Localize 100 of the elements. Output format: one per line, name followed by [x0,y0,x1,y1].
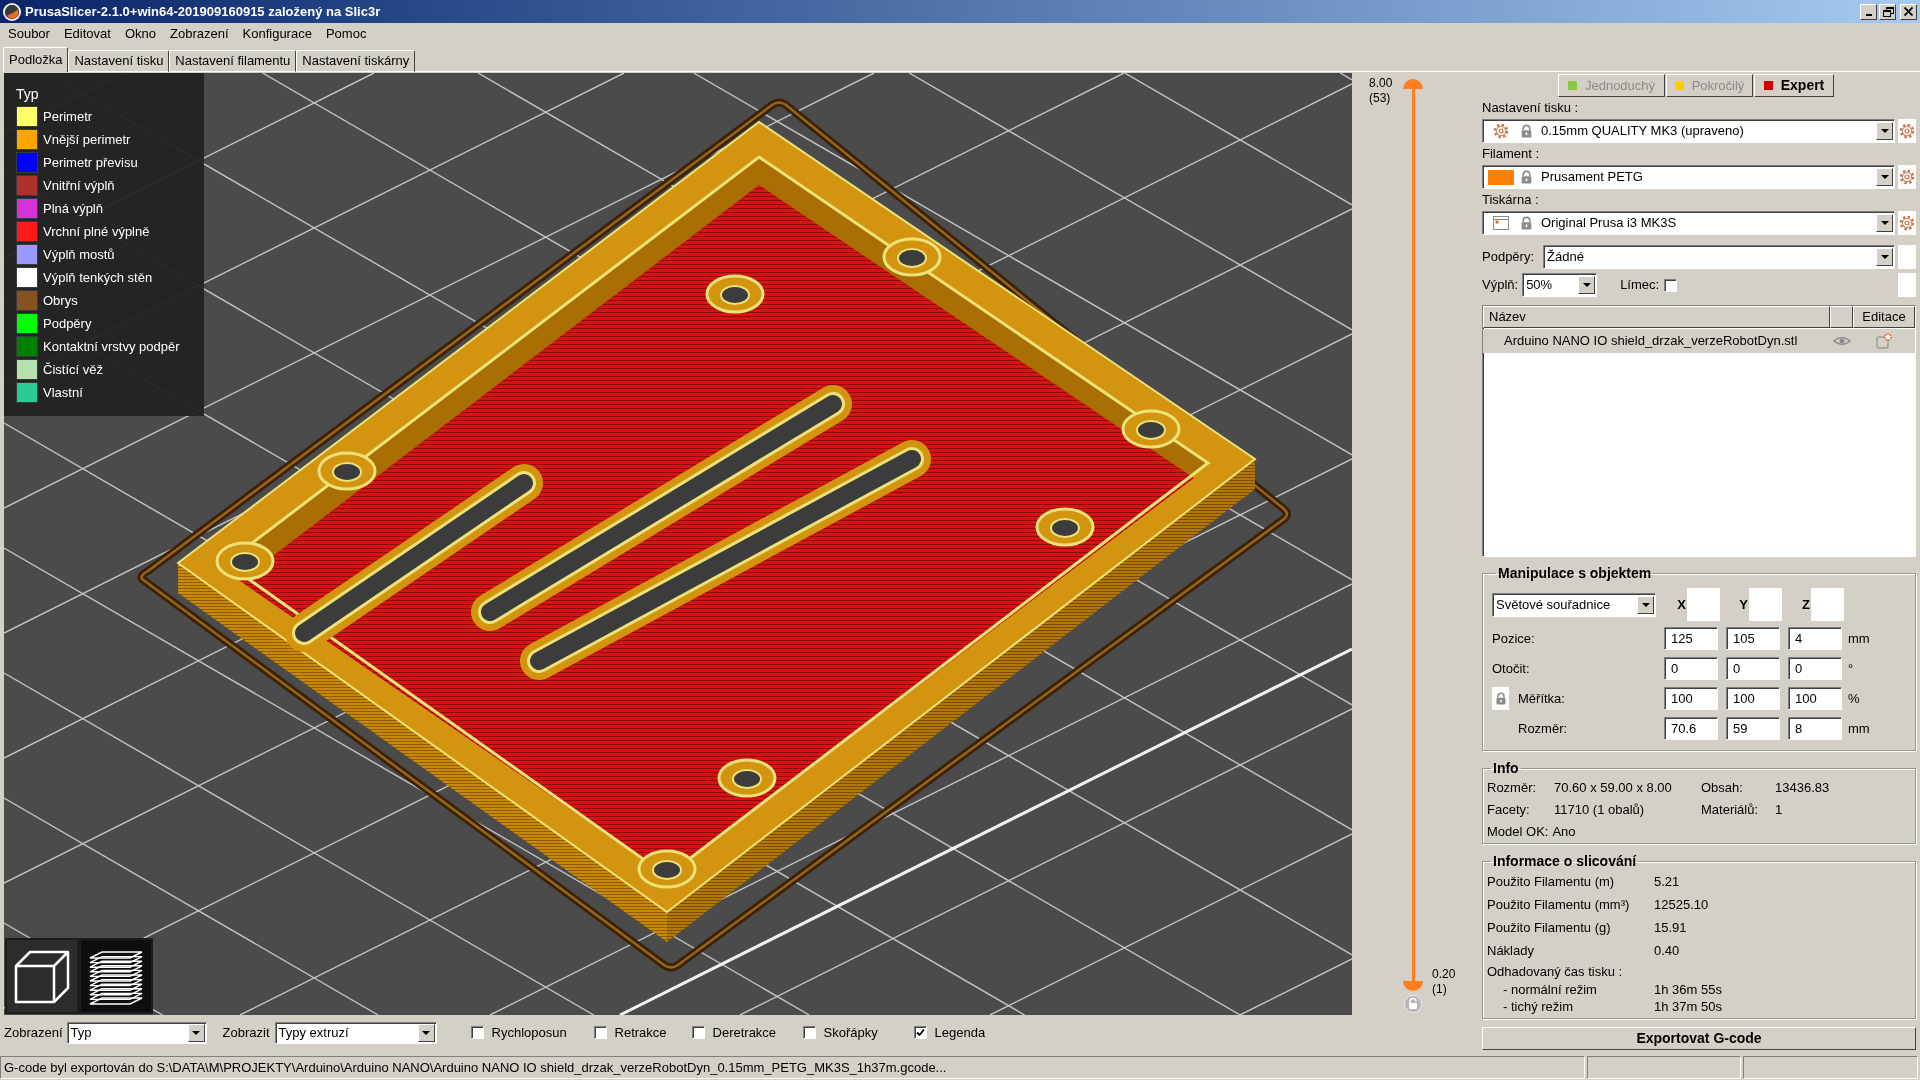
checkbox-label[interactable]: Retrakce [614,1022,667,1043]
lock-icon [1520,170,1533,184]
3d-viewport[interactable]: Typ Perimetr Vnější perimetr Perimetr převisu Vnitřní výplň Plná výplň Vrchní plné výplně Výplň mostů Výplň tenkých stěn Obrys Podpěry Kontaktní vrstvy podpěr Čistící věž Vlastní [4,73,1352,1015]
number-field[interactable]: 0 [1726,657,1780,680]
field-label: Zobrazení [4,1023,63,1042]
field-label: Otočit: [1492,659,1530,678]
object-list-row[interactable]: Arduino NANO IO shield_drzak_verzeRobotDyn.stl [1483,329,1915,353]
checkmark-icon [915,1028,925,1037]
preset-dropdown[interactable]: Prusament PETG [1482,165,1895,189]
checkbox[interactable] [802,1026,816,1039]
preset-dropdown[interactable]: Original Prusa i3 MK3S [1482,211,1895,235]
supports-dropdown[interactable]: Žádné [1543,245,1895,269]
blank-tile [1811,588,1844,621]
number-field[interactable]: 59 [1726,717,1780,740]
coordinate-system-dropdown[interactable]: Světové souřadnice [1492,592,1656,617]
number-field[interactable]: 125 [1664,627,1718,650]
preset-label: Nastavení tisku : [1482,99,1580,118]
preset-settings-button[interactable] [1898,119,1916,143]
blank-tile [1687,588,1720,621]
infill-dropdown[interactable]: 50% [1522,273,1598,297]
info-value: 1h 36m 55s [1654,980,1722,999]
unit-label: ° [1848,659,1854,678]
app-logo-icon [3,2,21,21]
number-field[interactable]: 4 [1788,627,1842,650]
gear-icon [1899,123,1915,139]
number-field[interactable]: 70.6 [1664,717,1718,740]
number-field[interactable]: 100 [1788,687,1842,710]
window-icon [1493,216,1509,230]
legend-label: Podpěry [43,314,92,333]
number-field[interactable]: 0 [1788,657,1842,680]
info-value: 5.21 [1654,872,1680,891]
number-field[interactable]: 105 [1726,627,1780,650]
number-field[interactable]: 8 [1788,717,1842,740]
extrusion-filter-dropdown[interactable]: Typy extruzí [274,1021,437,1044]
export-gcode-button[interactable]: Exportovat G-code [1482,1027,1916,1050]
info-label: Odhadovaný čas tisku : [1487,962,1623,981]
menu-item[interactable]: Editovat [56,23,118,45]
checkbox-label[interactable]: Rychloposun [491,1022,567,1043]
cube-icon [14,948,70,1004]
menu-item[interactable]: Zobrazení [163,23,236,45]
view-mode-button[interactable] [7,940,77,1012]
unit-label: % [1848,689,1860,708]
restore-button[interactable] [1879,3,1896,20]
layer-number-label: (1) [1432,982,1448,997]
column-header[interactable]: Název [1483,306,1830,328]
info-label: Materiálů: [1701,801,1760,820]
view-type-dropdown[interactable]: Typ [66,1021,207,1044]
tab[interactable]: Podložka [3,47,69,72]
checkbox[interactable] [470,1026,484,1039]
preset-settings-button[interactable] [1898,165,1916,189]
checkbox[interactable] [913,1026,927,1039]
checkbox[interactable] [1664,278,1678,292]
preset-dropdown[interactable]: 0.15mm QUALITY MK3 (upraveno) [1482,119,1895,143]
close-button[interactable] [1900,3,1917,20]
preset-label: Filament : [1482,145,1541,164]
field-label: Měřítka: [1518,689,1565,708]
number-field[interactable]: 100 [1664,687,1718,710]
slider-handle[interactable] [1403,981,1423,991]
menu-item[interactable]: Konfigurace [235,23,319,45]
view-mode-button[interactable] [81,940,151,1012]
legend-label: Výplň tenkých stěn [43,268,153,287]
info-value: Ano [1552,823,1576,842]
minimize-button[interactable] [1860,3,1877,20]
slider-track[interactable] [1411,89,1415,981]
square-gear-icon[interactable] [1876,333,1892,349]
tab[interactable]: Nastavení tisku [68,50,170,72]
legend-label: Čistící věž [43,360,103,379]
minimize-icon [1865,13,1872,16]
tab[interactable]: Nastavení tiskárny [296,50,416,72]
menu-item[interactable]: Soubor [1,23,57,45]
mode-button[interactable]: Expert [1754,74,1834,97]
checkbox-label[interactable]: Skořápky [823,1022,878,1043]
lock-icon[interactable] [1492,687,1509,710]
slider-handle[interactable] [1403,79,1423,89]
menu-item[interactable]: Pomoc [318,23,374,45]
preset-label: Tiskárna : [1482,191,1540,210]
number-field[interactable]: 0 [1664,657,1718,680]
restore-icon [1881,6,1894,17]
axis-label: Y [1739,595,1748,614]
gear-icon [1899,215,1915,231]
info-label: Náklady [1487,941,1535,960]
column-header[interactable]: Editace [1853,306,1915,328]
preset-settings-button[interactable] [1898,211,1916,235]
menu-item[interactable]: Okno [117,23,163,45]
info-label: Facety: [1487,801,1531,820]
group-title: Manipulace s objektem [1497,565,1653,582]
axis-label: X [1677,595,1686,614]
number-field[interactable]: 100 [1726,687,1780,710]
tab[interactable]: Nastavení filamentu [169,50,297,72]
checkbox-label[interactable]: Deretrakce [712,1022,777,1043]
layer-height-label: 8.00 [1369,76,1394,91]
checkbox-label[interactable]: Legenda [934,1022,986,1043]
info-value: 12525.10 [1654,895,1709,914]
legend-label: Perimetr [43,107,93,126]
checkbox[interactable] [691,1026,705,1039]
info-value: 13436.83 [1775,779,1831,798]
blank-tile [1898,245,1916,269]
close-icon [1904,7,1913,16]
group-title: Informace o slicování [1492,853,1638,870]
checkbox[interactable] [593,1026,607,1039]
